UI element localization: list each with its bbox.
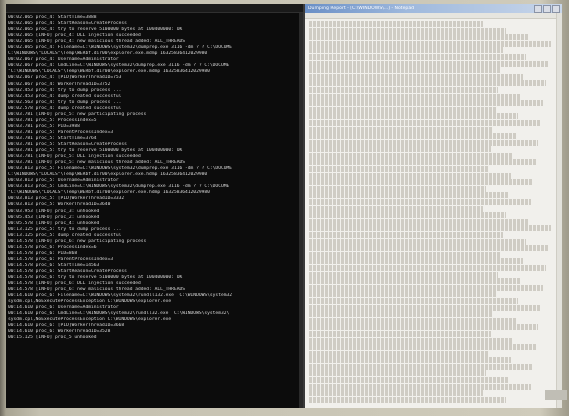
- report-text-row: [309, 80, 546, 87]
- console-window[interactable]: 00:02.065 proc_4: StartTime=3888 00:02.06…: [6, 4, 305, 408]
- report-text-row: [309, 205, 484, 212]
- console-output: 00:02.065 proc_4: StartTime=3888 00:02.06…: [6, 13, 303, 342]
- report-window[interactable]: Dumping Report - [C:\WINDOWS\...] - Note…: [305, 4, 562, 408]
- report-text-area[interactable]: [305, 19, 562, 405]
- report-text-row: [309, 34, 529, 41]
- report-text-row: [309, 350, 489, 357]
- report-scrollbar[interactable]: [556, 13, 562, 408]
- monitor-corner: [545, 390, 567, 400]
- report-text-row: [309, 311, 494, 318]
- report-text-row: [309, 73, 524, 80]
- report-text-row: [309, 390, 484, 397]
- window-controls: [534, 4, 562, 13]
- report-text-row: [309, 264, 546, 271]
- report-text-row: [309, 172, 511, 179]
- report-text-row: [309, 212, 506, 219]
- report-text-row: [309, 113, 519, 120]
- report-text-row: [309, 225, 551, 232]
- report-text-row: [309, 291, 496, 298]
- report-text-row: [309, 166, 489, 173]
- report-text-row: [309, 245, 549, 252]
- report-text-row: [309, 330, 491, 337]
- report-text-row: [309, 258, 524, 265]
- report-text-row: [309, 119, 541, 126]
- report-text-row: [309, 304, 541, 311]
- report-titlebar[interactable]: Dumping Report - [C:\WINDOWS\...] - Note…: [305, 4, 562, 13]
- report-text-row: [309, 396, 506, 403]
- report-text-row: [309, 218, 529, 225]
- report-text-row: [309, 60, 549, 67]
- report-text-row: [309, 67, 501, 74]
- report-text-row: [309, 179, 534, 186]
- report-text-row: [309, 152, 514, 159]
- report-text-row: [309, 377, 509, 384]
- report-text-row: [309, 383, 531, 390]
- report-text-row: [309, 271, 499, 278]
- report-text-row: [309, 159, 536, 166]
- minimize-button[interactable]: [534, 4, 542, 13]
- report-text-row: [309, 139, 539, 146]
- report-text-row: [309, 106, 496, 113]
- console-line: 00:15.125 [INFO] proc_5 unhooked: [8, 335, 97, 341]
- report-text-row: [309, 337, 514, 344]
- report-text-row: [309, 185, 486, 192]
- report-text-row: [309, 86, 499, 93]
- report-text-row: [309, 53, 526, 60]
- report-text-row: [309, 363, 534, 370]
- report-text-row: [309, 47, 504, 54]
- report-text-row: [309, 93, 521, 100]
- report-text-row: [309, 317, 516, 324]
- report-text-row: [309, 297, 519, 304]
- console-titlebar[interactable]: [6, 4, 303, 13]
- report-text-row: [309, 344, 536, 351]
- report-text-row: [309, 251, 501, 258]
- report-text-row: [309, 232, 504, 238]
- report-text-row: [309, 324, 539, 331]
- report-text-row: [309, 278, 521, 285]
- console-scrollbar[interactable]: [299, 13, 303, 408]
- report-text-row: [309, 126, 494, 133]
- report-text-row: [309, 146, 491, 153]
- report-text-row: [309, 21, 484, 27]
- report-text-row: [309, 40, 551, 47]
- report-text-row: [309, 370, 486, 377]
- report-text-row: [309, 100, 544, 107]
- report-window-title: Dumping Report - [C:\WINDOWS\...] - Note…: [308, 6, 415, 11]
- maximize-button[interactable]: [543, 4, 551, 13]
- report-text-row: [309, 199, 531, 206]
- close-button[interactable]: [552, 4, 560, 13]
- screen: 00:02.065 proc_4: StartTime=3888 00:02.06…: [6, 4, 562, 408]
- report-text-row: [309, 284, 544, 291]
- report-text-row: [309, 192, 509, 199]
- report-text-row: [309, 27, 506, 34]
- report-text-row: [309, 357, 511, 364]
- report-text-row: [309, 133, 516, 140]
- report-text-row: [309, 238, 526, 245]
